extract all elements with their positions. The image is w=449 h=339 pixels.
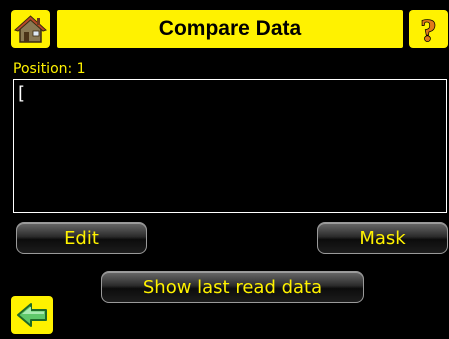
show-last-read-data-button[interactable]: Show last read data bbox=[101, 271, 364, 303]
home-button[interactable] bbox=[11, 10, 50, 48]
compare-data-field[interactable]: [ bbox=[13, 79, 447, 213]
mask-button[interactable]: Mask bbox=[317, 222, 448, 254]
back-button[interactable] bbox=[11, 296, 53, 334]
home-icon bbox=[11, 10, 50, 48]
help-question-icon: ? ? bbox=[409, 10, 448, 48]
help-button[interactable]: ? ? bbox=[409, 10, 448, 48]
svg-text:?: ? bbox=[421, 12, 437, 48]
position-label: Position: 1 bbox=[13, 61, 86, 77]
back-arrow-icon bbox=[11, 296, 53, 334]
title-bar: Compare Data bbox=[57, 10, 403, 48]
page-title: Compare Data bbox=[158, 17, 302, 40]
edit-button[interactable]: Edit bbox=[16, 222, 147, 254]
compare-data-value: [ bbox=[18, 83, 26, 104]
